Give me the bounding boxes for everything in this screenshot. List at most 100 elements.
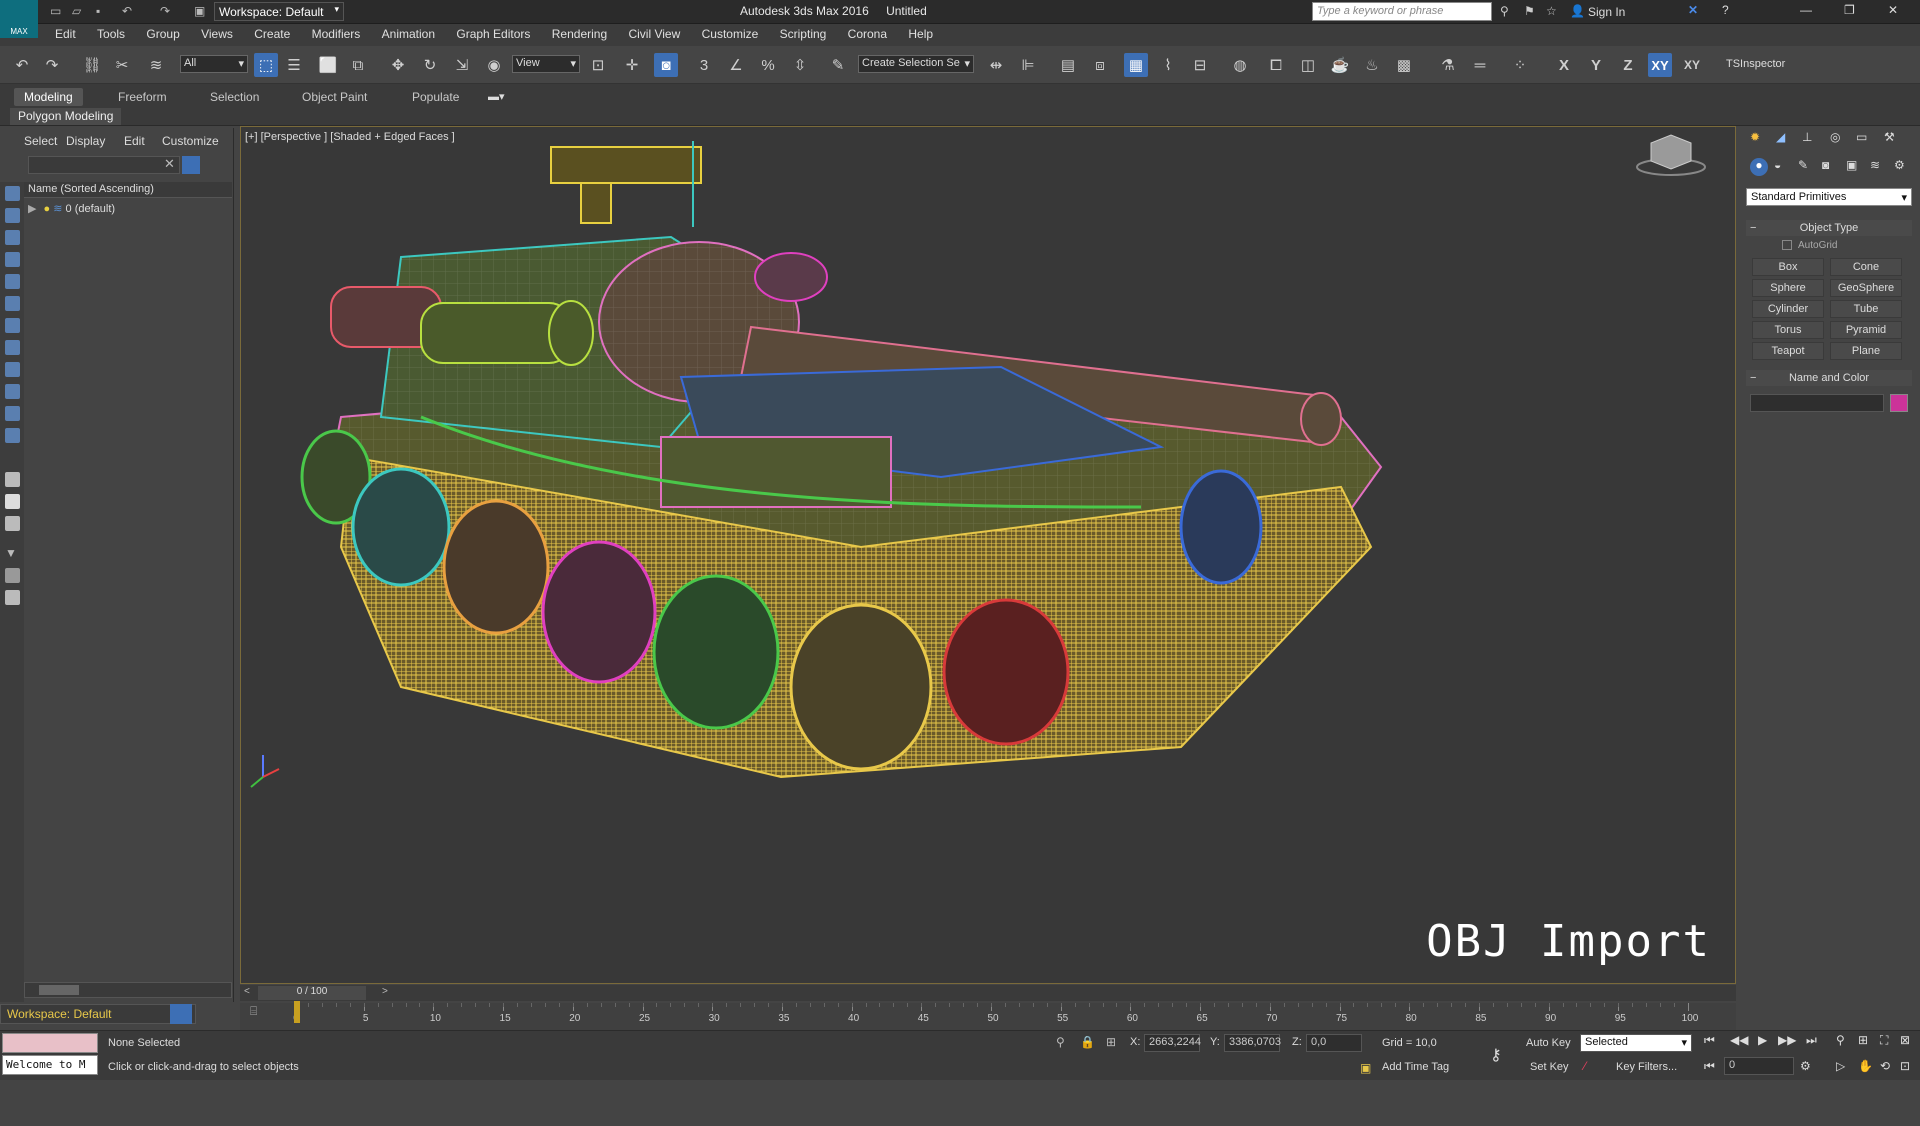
render-iterative-icon[interactable]: ♨: [1360, 53, 1384, 77]
scene-explorer-toggle-icon[interactable]: ▤: [1056, 53, 1080, 77]
material-editor-icon[interactable]: ◍: [1228, 53, 1252, 77]
rendered-frame-window-icon[interactable]: ◫: [1296, 53, 1320, 77]
expand-arrow-icon[interactable]: ▶: [28, 203, 36, 215]
particle-icon[interactable]: ⁘: [1508, 53, 1532, 77]
close-icon[interactable]: ✕: [1888, 3, 1898, 17]
add-time-tag-button[interactable]: Add Time Tag: [1382, 1061, 1449, 1073]
display-containers-icon[interactable]: [5, 406, 20, 421]
reference-coordinate-dropdown[interactable]: View ▾: [512, 55, 580, 73]
key-mode-dropdown[interactable]: Selected ▾: [1580, 1034, 1692, 1052]
rect-selection-icon[interactable]: ⬜: [316, 53, 340, 77]
axis-x-button[interactable]: X: [1552, 53, 1576, 77]
primitives-dropdown[interactable]: Standard Primitives ▾: [1746, 188, 1912, 206]
auto-key-button[interactable]: Auto Key: [1526, 1037, 1571, 1049]
sphere-button[interactable]: Sphere: [1752, 279, 1824, 297]
torus-button[interactable]: Torus: [1752, 321, 1824, 339]
set-key-button[interactable]: Set Key: [1530, 1061, 1569, 1073]
menu-views[interactable]: Views: [192, 24, 242, 44]
tab-modeling[interactable]: Modeling: [14, 88, 83, 106]
teapot-button[interactable]: Teapot: [1752, 342, 1824, 360]
project-icon[interactable]: ▣: [194, 4, 205, 18]
render-setup-icon[interactable]: ⧠: [1264, 53, 1288, 77]
hierarchy-tab-icon[interactable]: ⊥: [1802, 130, 1812, 144]
spinner-snap-icon[interactable]: ⇳: [788, 53, 812, 77]
undo-icon[interactable]: ↶: [122, 4, 132, 18]
display-helpers-icon[interactable]: [5, 296, 20, 311]
display-geometry-icon[interactable]: [5, 208, 20, 223]
key-filters-button[interactable]: Key Filters...: [1616, 1061, 1677, 1073]
zoom-all-icon[interactable]: ⊞: [1858, 1033, 1868, 1047]
time-config-icon[interactable]: ⚙: [1800, 1059, 1811, 1073]
x-coord-field[interactable]: 2663,2244: [1144, 1034, 1201, 1052]
shapes-category-icon[interactable]: ◒: [1774, 158, 1781, 172]
ruler-icon[interactable]: ═: [1468, 53, 1492, 77]
tank-wireframe-model[interactable]: [241, 127, 1736, 984]
absolute-mode-icon[interactable]: ⊞: [1106, 1035, 1116, 1049]
selection-filter-dropdown[interactable]: All ▾: [180, 55, 248, 73]
clear-search-icon[interactable]: ✕: [164, 156, 175, 172]
modify-tab-icon[interactable]: ◢: [1776, 130, 1785, 144]
placement-icon[interactable]: ◉: [482, 53, 506, 77]
pan-icon[interactable]: ✋: [1858, 1059, 1873, 1073]
axis-z-button[interactable]: Z: [1616, 53, 1640, 77]
minimize-icon[interactable]: —: [1800, 3, 1812, 17]
menu-rendering[interactable]: Rendering: [543, 24, 616, 44]
pyramid-button[interactable]: Pyramid: [1830, 321, 1902, 339]
unlink-icon[interactable]: ✂: [110, 53, 134, 77]
box-button[interactable]: Box: [1752, 258, 1824, 276]
perspective-viewport[interactable]: [+] [Perspective ] [Shaded + Edged Faces…: [240, 126, 1736, 984]
pivot-center-icon[interactable]: ⊡: [586, 53, 610, 77]
menu-corona[interactable]: Corona: [839, 24, 896, 44]
layer-icon[interactable]: [5, 590, 20, 605]
systems-category-icon[interactable]: ⚙: [1894, 158, 1905, 172]
snaps-toggle-icon[interactable]: 3: [692, 53, 716, 77]
time-slider-thumb[interactable]: 0 / 100: [258, 986, 366, 1000]
utilities-tab-icon[interactable]: ⚒: [1884, 130, 1895, 144]
menu-civil-view[interactable]: Civil View: [619, 24, 689, 44]
display-tab-icon[interactable]: ▭: [1856, 130, 1867, 144]
isolate-icon[interactable]: ⚲: [1056, 1035, 1065, 1049]
named-selection-set-dropdown[interactable]: Create Selection Se ▾: [858, 55, 974, 73]
menu-edit[interactable]: Edit: [46, 24, 85, 44]
help-icon[interactable]: ?: [1722, 3, 1729, 17]
link-icon[interactable]: ⛓: [80, 53, 104, 77]
field-of-view-icon[interactable]: ▷: [1836, 1059, 1845, 1073]
go-to-start-icon[interactable]: ⏮: [1704, 1033, 1715, 1048]
display-shapes-icon[interactable]: [5, 230, 20, 245]
select-manipulate-icon[interactable]: ✛: [620, 53, 644, 77]
y-coord-field[interactable]: 3386,0703: [1224, 1034, 1281, 1052]
find-case-icon[interactable]: [182, 156, 200, 174]
selection-lock-icon[interactable]: 🔒: [1080, 1035, 1095, 1049]
tab-object-paint[interactable]: Object Paint: [292, 88, 377, 106]
horizontal-scrollbar[interactable]: [24, 982, 232, 998]
column-header-name[interactable]: Name (Sorted Ascending): [24, 182, 232, 198]
helpers-category-icon[interactable]: ▣: [1846, 158, 1857, 172]
menu-help[interactable]: Help: [899, 24, 942, 44]
maxscript-output[interactable]: Welcome to M: [2, 1055, 98, 1075]
cylinder-button[interactable]: Cylinder: [1752, 300, 1824, 318]
previous-key-icon[interactable]: ◀◀: [1730, 1033, 1748, 1047]
curve-editor-icon[interactable]: ⌇: [1156, 53, 1180, 77]
tab-selection[interactable]: Selection: [200, 88, 269, 106]
autogrid-checkbox[interactable]: AutoGrid: [1782, 240, 1837, 251]
exchange-icon[interactable]: ✕: [1688, 3, 1698, 17]
tab-freeform[interactable]: Freeform: [108, 88, 177, 106]
display-spacewarps-icon[interactable]: [5, 318, 20, 333]
display-lights-icon[interactable]: [5, 252, 20, 267]
scene-search-input[interactable]: [28, 156, 180, 174]
zoom-extents-all-icon[interactable]: ⊠: [1900, 1033, 1910, 1047]
bind-space-warp-icon[interactable]: ≋: [144, 53, 168, 77]
mini-curve-editor-icon[interactable]: ⌸: [250, 1004, 270, 1024]
geometry-category-icon[interactable]: ●: [1750, 158, 1768, 176]
app-logo[interactable]: MAX: [0, 0, 38, 38]
object-color-swatch[interactable]: [1890, 394, 1908, 412]
menu-customize[interactable]: Customize: [693, 24, 768, 44]
display-frozen-icon[interactable]: [5, 428, 20, 443]
go-to-end-icon[interactable]: ⏭: [1806, 1033, 1817, 1048]
scene-menu-select[interactable]: Select: [24, 134, 57, 148]
current-frame-marker[interactable]: [294, 1001, 300, 1023]
axis-xy-button[interactable]: XY: [1648, 53, 1672, 77]
select-object-icon[interactable]: ⬚: [254, 53, 278, 77]
tsinspector-button[interactable]: TSInspector: [1726, 58, 1785, 70]
scene-menu-customize[interactable]: Customize: [162, 134, 219, 148]
